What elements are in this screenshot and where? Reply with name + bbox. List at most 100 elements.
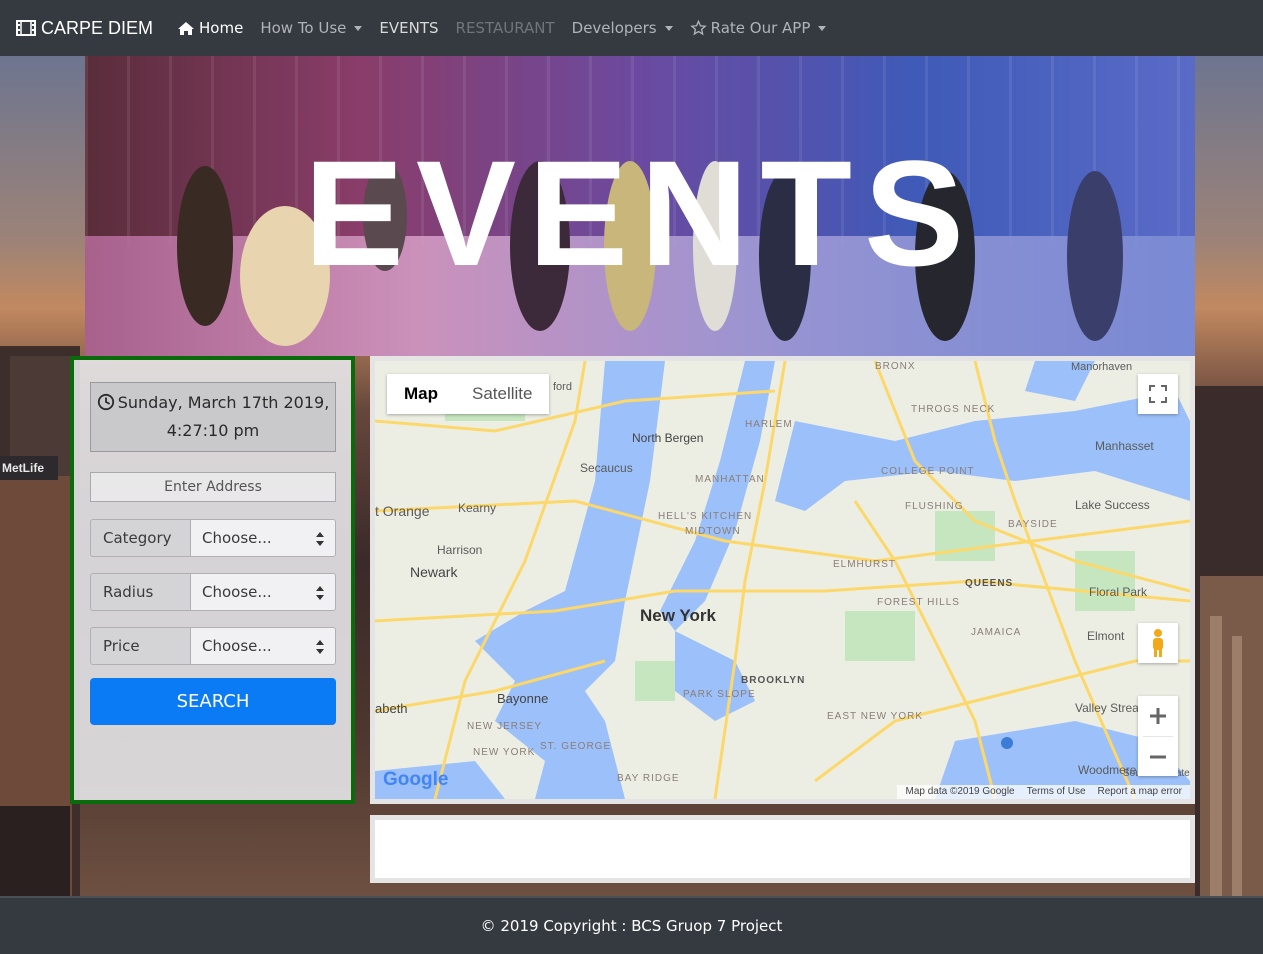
- google-logo: Google: [383, 769, 448, 791]
- map-label-lake-success: Lake Success: [1075, 498, 1150, 512]
- star-icon: [689, 20, 707, 36]
- map-label-manorhaven: Manorhaven: [1071, 361, 1133, 373]
- hero-title: EVENTS: [303, 129, 977, 297]
- select-arrows-icon: [316, 640, 324, 654]
- map-label-jamaica: JAMAICA: [971, 627, 1022, 638]
- nav-rate-our-app[interactable]: Rate Our APP: [689, 19, 827, 37]
- radius-filter: Radius Choose...: [90, 573, 336, 611]
- map-label-north-bergen: North Bergen: [632, 431, 704, 445]
- map-label-elizabeth: abeth: [375, 701, 408, 716]
- map-label-secaucus: Secaucus: [580, 461, 633, 475]
- nav-how-to-use[interactable]: How To Use: [260, 19, 363, 37]
- category-filter: Category Choose...: [90, 519, 336, 557]
- clock-icon: [97, 393, 114, 411]
- zoom-control: [1138, 696, 1178, 776]
- map-label-queens: QUEENS: [965, 578, 1014, 589]
- map-label-floral-park: Floral Park: [1089, 585, 1148, 599]
- navbar: CARPE DIEM Home How To Use EVENTS RESTAU…: [0, 0, 1263, 56]
- nav-restaurant[interactable]: RESTAURANT: [456, 19, 555, 37]
- select-arrows-icon: [316, 586, 324, 600]
- chevron-down-icon: [354, 25, 363, 31]
- map-label-ford: ford: [553, 381, 572, 393]
- map-label-throgs-neck: THROGS NECK: [911, 404, 996, 415]
- map-label-forest-hills: FOREST HILLS: [877, 597, 960, 608]
- category-select[interactable]: Choose...: [190, 519, 336, 557]
- nav-rate-label: Rate Our APP: [710, 19, 811, 37]
- select-arrows-icon: [316, 532, 324, 546]
- zoom-out-button[interactable]: [1143, 736, 1173, 776]
- nav-developers[interactable]: Developers: [572, 19, 673, 37]
- map-label-flushing: FLUSHING: [905, 501, 964, 512]
- search-button[interactable]: SEARCH: [90, 678, 336, 725]
- brand-label: CARPE DIEM: [41, 17, 154, 38]
- google-map[interactable]: Map Satellite New York Newark North Berg…: [370, 356, 1195, 804]
- search-panel: Sunday, March 17th 2019, 4:27:10 pm Cate…: [70, 356, 355, 804]
- category-select-value: Choose...: [202, 529, 272, 547]
- map-label-brooklyn: BROOKLYN: [741, 675, 806, 686]
- zoom-in-button[interactable]: [1149, 696, 1167, 736]
- map-report-link[interactable]: Report a map error: [1098, 785, 1182, 799]
- map-label-college-point: COLLEGE POINT: [881, 466, 975, 477]
- copyright-text: © 2019 Copyright : BCS Gruop 7 Project: [480, 917, 783, 935]
- minus-icon: [1150, 755, 1166, 758]
- datetime-line-1: Sunday, March 17th 2019,: [91, 389, 335, 417]
- map-label-east-orange: t Orange: [375, 503, 430, 519]
- datetime-display: Sunday, March 17th 2019, 4:27:10 pm: [90, 382, 336, 452]
- map-tab-map[interactable]: Map: [387, 374, 455, 414]
- chevron-down-icon: [664, 25, 673, 31]
- nav-events[interactable]: EVENTS: [379, 19, 438, 37]
- category-label: Category: [90, 519, 190, 557]
- page-footer: © 2019 Copyright : BCS Gruop 7 Project: [0, 896, 1263, 954]
- map-data-credit: Map data ©2019 Google: [905, 786, 1015, 797]
- home-icon: [178, 21, 195, 35]
- map-terms-link[interactable]: Terms of Use: [1027, 785, 1086, 799]
- map-label-new-jersey: NEW JERSEY: [467, 721, 543, 732]
- map-label-kearny: Kearny: [458, 501, 497, 515]
- plus-icon: [1150, 708, 1166, 724]
- pegman-button[interactable]: [1138, 623, 1178, 663]
- map-label-bayside: BAYSIDE: [1008, 519, 1058, 530]
- price-select[interactable]: Choose...: [190, 627, 336, 665]
- radius-label: Radius: [90, 573, 190, 611]
- map-label-st-george: ST. GEORGE: [540, 741, 612, 752]
- map-label-new-york: New York: [640, 606, 716, 625]
- metlife-sign: MetLife: [0, 456, 58, 480]
- map-label-bayonne: Bayonne: [497, 691, 549, 706]
- fullscreen-button[interactable]: [1138, 374, 1178, 414]
- results-box: [370, 815, 1195, 883]
- chevron-down-icon: [818, 25, 827, 31]
- hero-banner: EVENTS: [85, 56, 1195, 356]
- map-label-elmont: Elmont: [1087, 629, 1125, 643]
- map-label-new-york-state: NEW YORK: [473, 747, 536, 758]
- address-input[interactable]: [90, 472, 336, 502]
- google-logo-text: Google: [383, 769, 449, 790]
- map-label-park-slope: PARK SLOPE: [683, 689, 756, 700]
- map-label-east-new-york: EAST NEW YORK: [827, 711, 923, 722]
- map-label-bay-ridge: BAY RIDGE: [617, 773, 680, 784]
- map-label-midtown: MIDTOWN: [685, 526, 741, 537]
- map-tab-satellite[interactable]: Satellite: [455, 374, 549, 414]
- map-label-elmhurst: ELMHURST: [833, 559, 897, 570]
- datetime-date: Sunday, March 17th 2019,: [117, 393, 330, 412]
- pegman-icon: [1153, 629, 1163, 657]
- datetime-time: 4:27:10 pm: [166, 421, 260, 440]
- nav-how-to-use-label: How To Use: [260, 19, 347, 37]
- map-attribution: Map data ©2019 Google Terms of Use Repor…: [897, 785, 1190, 799]
- map-label-bronx: BRONX: [875, 361, 916, 372]
- map-label-harrison: Harrison: [437, 543, 483, 557]
- nav-restaurant-label: RESTAURANT: [455, 19, 555, 37]
- price-select-value: Choose...: [202, 637, 272, 655]
- map-label-hells-kitchen: HELL'S KITCHEN: [658, 511, 753, 522]
- nav-events-label: EVENTS: [379, 19, 439, 37]
- radius-select-value: Choose...: [202, 583, 272, 601]
- map-label-harlem: HARLEM: [745, 419, 793, 430]
- film-icon: [16, 20, 36, 36]
- map-label-manhasset: Manhasset: [1095, 439, 1154, 453]
- radius-select[interactable]: Choose...: [190, 573, 336, 611]
- price-filter: Price Choose...: [90, 627, 336, 665]
- price-label: Price: [90, 627, 190, 665]
- brand-link[interactable]: CARPE DIEM: [16, 18, 153, 39]
- map-label-manhattan: MANHATTAN: [695, 474, 765, 485]
- nav-home-label: Home: [199, 19, 244, 37]
- nav-home[interactable]: Home: [177, 19, 243, 37]
